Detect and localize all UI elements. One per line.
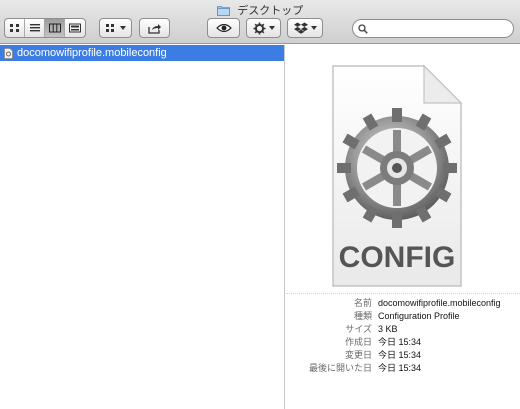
info-value: 今日 15:34: [378, 363, 422, 373]
coverflow-view-icon: [69, 23, 81, 33]
preview-pane: CONFIG 名前 docomowifiprofile.mobileconfig…: [286, 45, 520, 409]
folder-icon: [216, 5, 230, 19]
window-title: デスクトップ: [0, 2, 520, 19]
file-list-item[interactable]: docomowifiprofile.mobileconfig: [0, 45, 284, 61]
chevron-down-icon: [310, 26, 317, 30]
list-view-icon: [29, 24, 40, 32]
info-key: 変更日: [344, 350, 372, 360]
list-view-button[interactable]: [25, 19, 45, 37]
chevron-down-icon: [120, 26, 126, 30]
info-row-last-opened: 最後に開いた日 今日 15:34: [286, 362, 520, 375]
eye-icon: [215, 23, 232, 33]
info-row-modified: 変更日 今日 15:34: [286, 349, 520, 362]
info-row-kind: 種類 Configuration Profile: [286, 310, 520, 323]
dropbox-button[interactable]: [287, 18, 323, 38]
info-key: 最後に開いた日: [308, 363, 372, 373]
config-label: CONFIG: [339, 241, 456, 274]
window-title-text: デスクトップ: [237, 4, 304, 17]
share-button[interactable]: [139, 18, 170, 38]
icon-view-button[interactable]: [5, 19, 25, 37]
info-key: サイズ: [345, 324, 372, 334]
config-file-icon: [4, 47, 13, 59]
info-value: Configuration Profile: [378, 311, 460, 321]
column-view-icon: [48, 23, 61, 33]
toolbar: デスクトップ: [0, 0, 520, 44]
search-field[interactable]: [352, 19, 514, 38]
info-value: 今日 15:34: [378, 337, 422, 347]
arrange-button[interactable]: [99, 18, 132, 38]
search-icon: [358, 23, 368, 34]
coverflow-view-button[interactable]: [65, 19, 85, 37]
gear-icon: [253, 22, 265, 34]
file-list-column[interactable]: docomowifiprofile.mobileconfig: [0, 45, 285, 409]
arrange-icon: [106, 24, 114, 32]
finder-window: デスクトップ docomowifiprofile.mobileconfig CO…: [0, 0, 520, 409]
info-value: 今日 15:34: [378, 350, 422, 360]
view-mode-segmented-control: [4, 18, 86, 38]
quicklook-button[interactable]: [207, 18, 240, 38]
dropbox-icon: [293, 22, 308, 34]
config-document-icon: CONFIG: [332, 64, 463, 287]
info-value: docomowifiprofile.mobileconfig: [378, 298, 501, 308]
info-key: 種類: [353, 311, 372, 321]
action-menu-button[interactable]: [246, 18, 281, 38]
info-key: 名前: [353, 298, 372, 308]
info-key: 作成日: [344, 337, 372, 347]
info-row-name: 名前 docomowifiprofile.mobileconfig: [286, 297, 520, 310]
share-icon: [147, 23, 161, 34]
file-name: docomowifiprofile.mobileconfig: [17, 47, 167, 59]
file-info-table: 名前 docomowifiprofile.mobileconfig 種類 Con…: [286, 293, 520, 375]
info-row-created: 作成日 今日 15:34: [286, 336, 520, 349]
chevron-down-icon: [268, 26, 275, 30]
icon-view-icon: [9, 24, 19, 32]
info-row-size: サイズ 3 KB: [286, 323, 520, 336]
column-view-button[interactable]: [45, 19, 65, 37]
info-value: 3 KB: [378, 324, 398, 334]
search-input[interactable]: [372, 22, 502, 35]
